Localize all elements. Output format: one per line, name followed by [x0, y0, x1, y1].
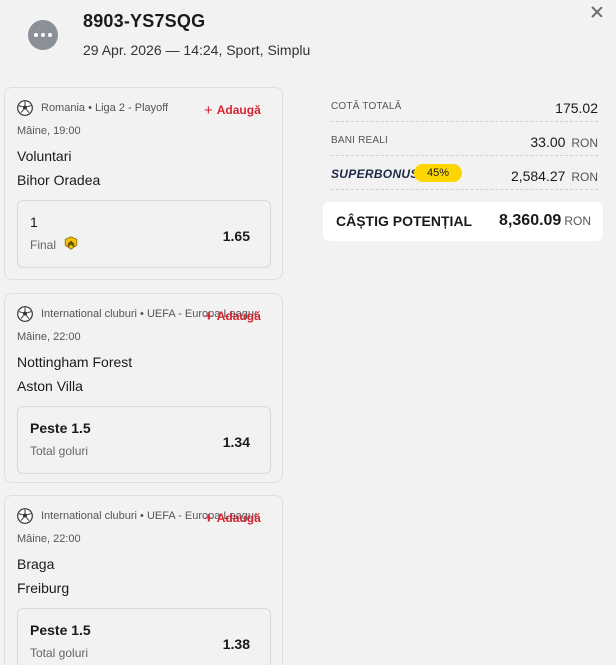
match-time: Mâine, 19:00: [17, 125, 81, 137]
selection-market: Final: [30, 238, 57, 252]
potential-win-box: CÂȘTIG POTENȚIAL 8,360.09 RON: [323, 202, 603, 241]
selection-market: Total goluri: [30, 646, 89, 660]
stake-label: BANI REALI: [331, 135, 389, 146]
selection-name: Peste 1.5: [30, 420, 91, 436]
total-odds-value: 175.02: [555, 100, 598, 116]
superbonus-label: SUPERBONUS: [331, 167, 419, 181]
home-team: Braga: [17, 556, 55, 572]
add-button[interactable]: + Adaugă: [204, 509, 261, 527]
home-team: Nottingham Forest: [17, 354, 133, 370]
close-icon[interactable]: [588, 4, 606, 22]
currency-label: RON: [564, 214, 591, 228]
more-options-icon[interactable]: [28, 20, 58, 50]
selection-box[interactable]: 1 Final 1.65: [17, 200, 271, 268]
stake-row: BANI REALI 33.00 RON: [331, 122, 598, 156]
soccer-ball-icon: [17, 508, 33, 524]
total-odds-label: COTĂ TOTALĂ: [331, 101, 402, 112]
match-time: Mâine, 22:00: [17, 331, 81, 343]
ticket-code: 8903-YS7SQG: [83, 11, 206, 31]
bet-card: Romania • Liga 2 - Playoff + Adaugă Mâine…: [4, 87, 283, 280]
away-team: Aston Villa: [17, 378, 83, 394]
plus-icon: +: [204, 510, 213, 527]
selection-box[interactable]: Peste 1.5 Total goluri 1.34: [17, 406, 271, 474]
match-time: Mâine, 22:00: [17, 533, 81, 545]
plus-icon: +: [204, 308, 213, 325]
away-team: Freiburg: [17, 580, 70, 596]
selection-odds: 1.34: [222, 434, 250, 450]
total-odds-row: COTĂ TOTALĂ 175.02: [331, 88, 598, 122]
superbonus-value: 2,584.27 RON: [510, 168, 598, 184]
superbonus-row: SUPERBONUS 45% 2,584.27 RON: [331, 156, 598, 190]
bet-card: International cluburi • UEFA - Europa Le…: [4, 495, 283, 665]
soccer-ball-icon: [17, 306, 33, 322]
bet-card: International cluburi • UEFA - Europa Le…: [4, 293, 283, 483]
superbonus-badge: 45%: [414, 164, 462, 182]
away-team: Bihor Oradea: [17, 172, 101, 188]
selection-market: Total goluri: [30, 444, 89, 458]
final-badge-icon: [64, 236, 78, 250]
selection-odds: 1.65: [222, 228, 250, 244]
ticket-header: 8903-YS7SQG 29 Apr. 2026 — 14:24, Sport,…: [0, 0, 616, 72]
stake-value: 33.00 RON: [530, 134, 598, 150]
selection-name: Peste 1.5: [30, 622, 91, 638]
ticket-meta: 29 Apr. 2026 — 14:24, Sport, Simplu: [83, 42, 311, 58]
selection-odds: 1.38: [222, 636, 250, 652]
plus-icon: +: [204, 102, 213, 119]
add-button[interactable]: + Adaugă: [204, 307, 261, 325]
potential-win-value: 8,360.09 RON: [499, 212, 591, 229]
home-team: Voluntari: [17, 148, 72, 164]
soccer-ball-icon: [17, 100, 33, 116]
add-button[interactable]: + Adaugă: [204, 101, 261, 119]
currency-label: RON: [571, 170, 598, 184]
potential-win-label: CÂȘTIG POTENȚIAL: [336, 213, 473, 229]
selection-name: 1: [30, 214, 38, 230]
currency-label: RON: [571, 136, 598, 150]
selection-box[interactable]: Peste 1.5 Total goluri 1.38: [17, 608, 271, 665]
